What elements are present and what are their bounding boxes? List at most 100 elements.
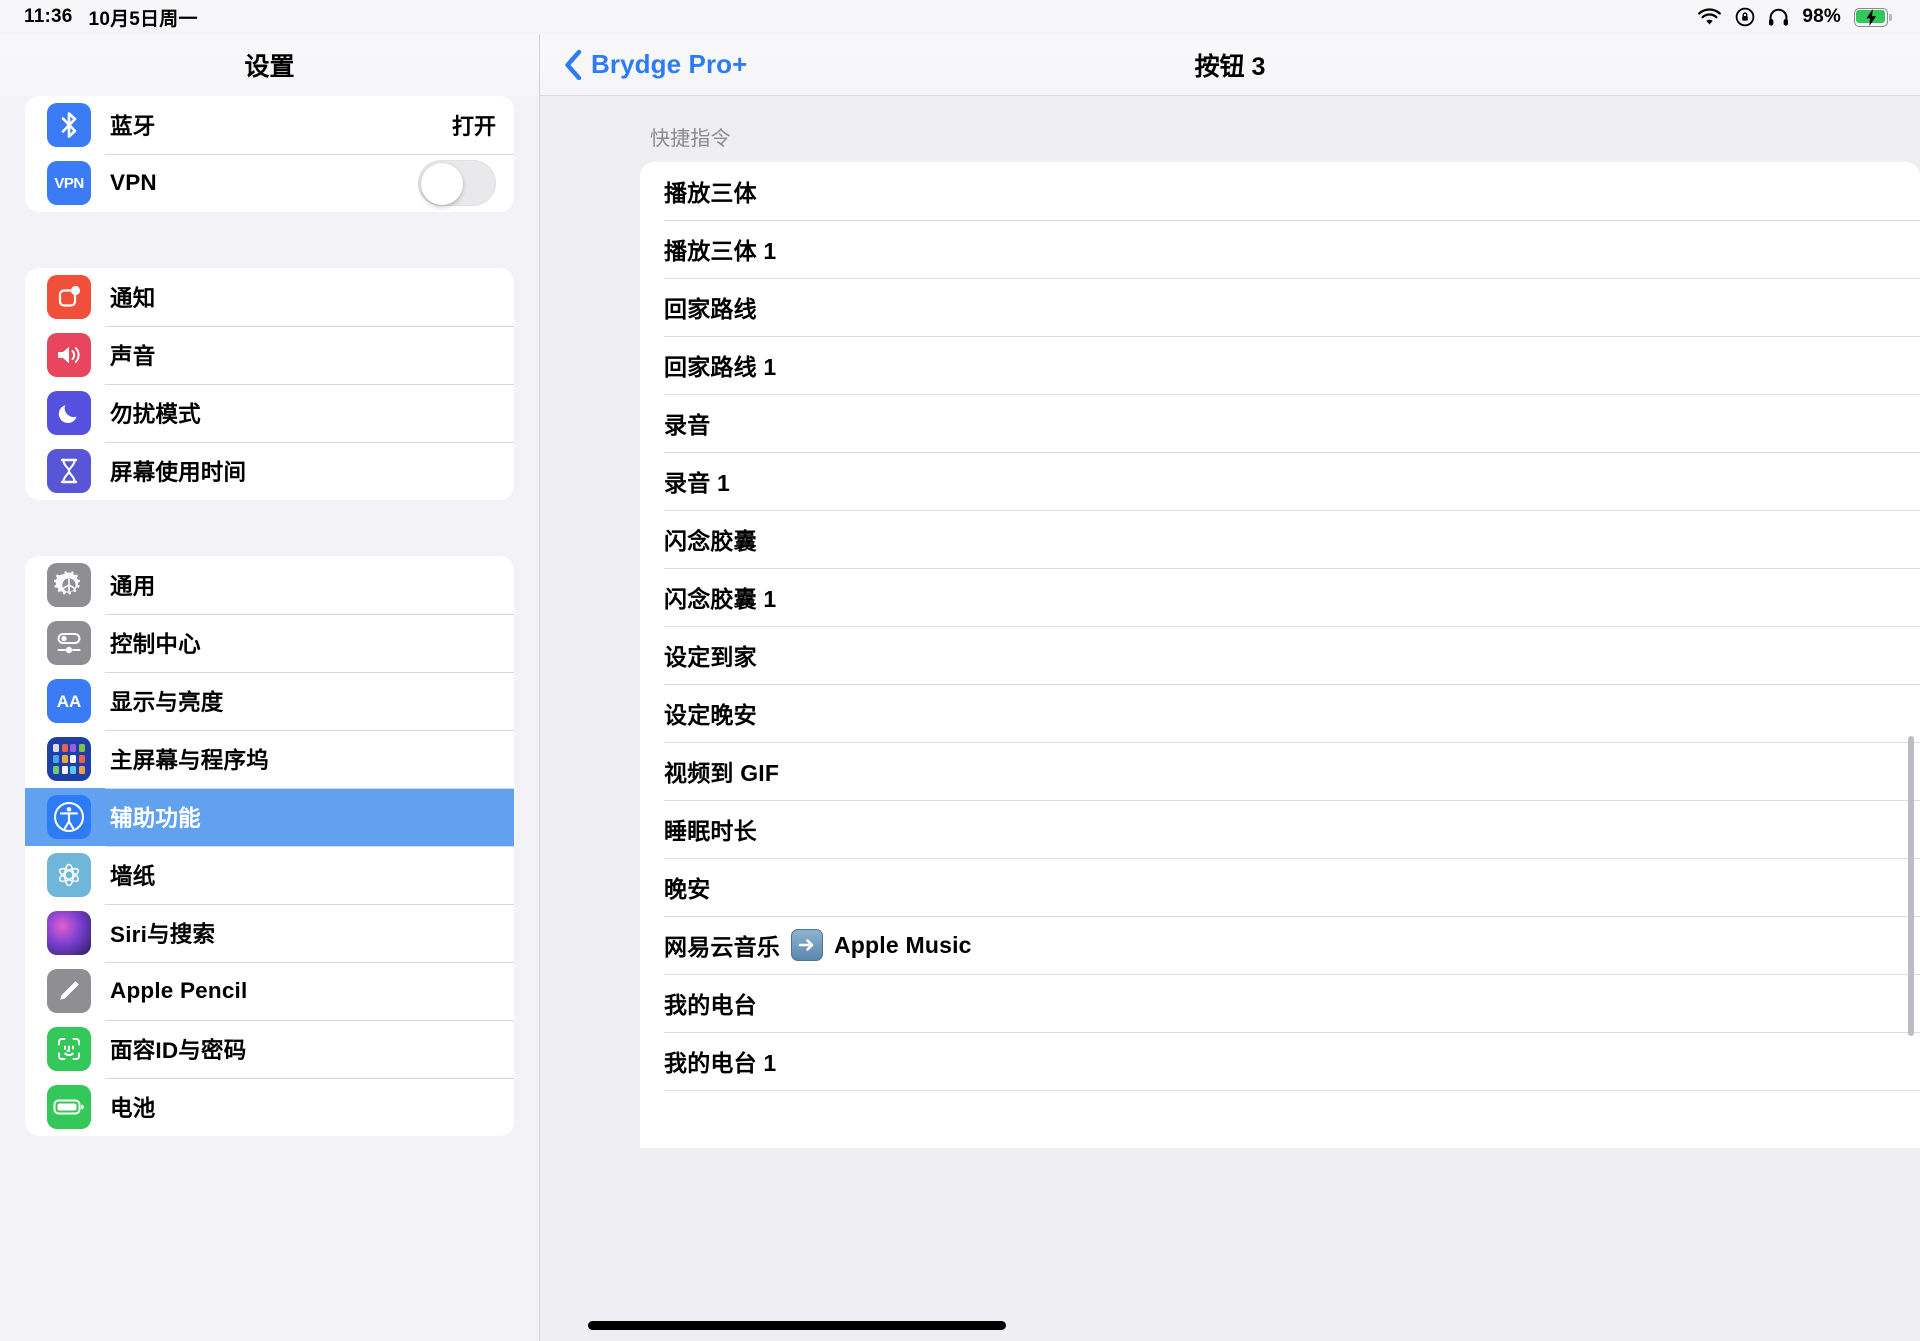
sidebar-item-do-not-disturb[interactable]: 勿扰模式 — [25, 384, 514, 442]
sidebar-item-label: VPN — [110, 170, 157, 195]
apple-pencil-icon — [47, 969, 91, 1013]
rotation-lock-icon — [1736, 7, 1755, 27]
back-button[interactable]: Brydge Pro+ — [540, 49, 747, 80]
sidebar-item-label: 勿扰模式 — [110, 402, 201, 427]
sidebar-item-battery[interactable]: 电池 — [25, 1078, 514, 1136]
sidebar-item-label: 屏幕使用时间 — [110, 460, 247, 485]
home-screen-dock-icon — [47, 737, 91, 781]
sidebar-item-bluetooth[interactable]: 蓝牙 打开 — [25, 96, 514, 154]
sidebar-item-screen-time[interactable]: 屏幕使用时间 — [25, 442, 514, 500]
detail-pane: Brydge Pro+ 按钮 3 快捷指令 播放三体 播放三体 1 回家路线 回… — [540, 34, 1920, 1341]
battery-percent-label: 98% — [1802, 6, 1841, 27]
sidebar-item-home-screen-dock[interactable]: 主屏幕与程序坞 — [25, 730, 514, 788]
wallpaper-icon — [47, 853, 91, 897]
sidebar-item-vpn[interactable]: VPN VPN — [25, 154, 514, 212]
sidebar-item-label: 辅助功能 — [110, 806, 201, 831]
sidebar-item-sounds[interactable]: 声音 — [25, 326, 514, 384]
list-item[interactable]: 录音 — [640, 394, 1920, 452]
sidebar-item-wallpaper[interactable]: 墙纸 — [25, 846, 514, 904]
list-item[interactable] — [640, 1090, 1920, 1148]
list-item-music-transfer[interactable]: 网易云音乐 Apple Music — [640, 916, 1920, 974]
detail-scrollbar[interactable] — [1908, 736, 1914, 1036]
list-item[interactable]: 回家路线 1 — [640, 336, 1920, 394]
sidebar-item-label: 通知 — [110, 286, 156, 311]
detail-navigation-bar: Brydge Pro+ 按钮 3 — [540, 34, 1920, 96]
sidebar-item-label: 墙纸 — [110, 864, 156, 889]
status-bar-date: 10月5日周一 — [88, 8, 198, 30]
list-item[interactable]: 播放三体 — [640, 162, 1920, 220]
shortcut-label: 网易云音乐 Apple Music — [664, 928, 972, 962]
face-id-icon — [47, 1027, 91, 1071]
svg-text:AA: AA — [57, 692, 82, 711]
list-item[interactable]: 设定晚安 — [640, 684, 1920, 742]
status-bar-time: 11:36 — [24, 6, 73, 27]
shortcut-label: 闪念胶囊 — [664, 528, 757, 554]
display-brightness-icon: AA — [47, 679, 91, 723]
status-bar-right: 98% — [1697, 6, 1892, 28]
list-item[interactable]: 播放三体 1 — [640, 220, 1920, 278]
shortcut-label: 视频到 GIF — [664, 760, 780, 786]
sidebar-item-display-brightness[interactable]: AA 显示与亮度 — [25, 672, 514, 730]
shortcuts-list: 播放三体 播放三体 1 回家路线 回家路线 1 录音 录音 1 闪念胶囊 闪念胶… — [640, 162, 1920, 1148]
settings-sidebar: 设置 蓝牙 打开 VPN VPN 通知 声音 勿扰模式 屏幕使用时间 通用 控制… — [0, 34, 540, 1341]
shortcut-label-prefix: 网易云音乐 — [664, 934, 780, 960]
shortcut-label: 晚安 — [664, 876, 711, 902]
sidebar-item-label: 蓝牙 — [110, 114, 156, 139]
list-item[interactable]: 录音 1 — [640, 452, 1920, 510]
shortcut-label-suffix: Apple Music — [834, 931, 972, 958]
list-item[interactable]: 回家路线 — [640, 278, 1920, 336]
sidebar-item-label: 声音 — [110, 344, 156, 369]
sidebar-item-notifications[interactable]: 通知 — [25, 268, 514, 326]
list-item[interactable]: 晚安 — [640, 858, 1920, 916]
sidebar-item-control-center[interactable]: 控制中心 — [25, 614, 514, 672]
sidebar-item-apple-pencil[interactable]: Apple Pencil — [25, 962, 514, 1020]
list-item[interactable]: 闪念胶囊 1 — [640, 568, 1920, 626]
shortcut-label: 设定晚安 — [664, 702, 757, 728]
sidebar-title: 设置 — [244, 53, 295, 81]
vpn-toggle-wrap — [418, 160, 496, 206]
sidebar-item-face-id-passcode[interactable]: 面容ID与密码 — [25, 1020, 514, 1078]
list-item[interactable]: 闪念胶囊 — [640, 510, 1920, 568]
sidebar-group-system: 通用 控制中心 AA 显示与亮度 主屏幕与程序坞 辅助功能 墙纸 Siri与搜索… — [25, 556, 514, 1136]
sidebar-item-label: Apple Pencil — [110, 978, 248, 1003]
sidebar-item-siri-search[interactable]: Siri与搜索 — [25, 904, 514, 962]
right-arrow-emoji — [791, 929, 823, 961]
sidebar-item-label: 面容ID与密码 — [110, 1038, 247, 1063]
sidebar-item-label: 控制中心 — [110, 632, 201, 657]
shortcut-label: 播放三体 — [664, 180, 757, 206]
shortcut-label: 设定到家 — [664, 644, 757, 670]
list-item[interactable]: 视频到 GIF — [640, 742, 1920, 800]
control-center-icon — [47, 621, 91, 665]
vpn-icon: VPN — [47, 161, 91, 205]
home-indicator[interactable] — [588, 1321, 1006, 1330]
list-item[interactable]: 我的电台 — [640, 974, 1920, 1032]
detail-scroll-area[interactable]: 快捷指令 播放三体 播放三体 1 回家路线 回家路线 1 录音 录音 1 闪念胶… — [540, 96, 1920, 1341]
shortcut-label: 播放三体 1 — [664, 238, 777, 264]
shortcut-label: 回家路线 — [664, 296, 757, 322]
split-view: 设置 蓝牙 打开 VPN VPN 通知 声音 勿扰模式 屏幕使用时间 通用 控制… — [0, 34, 1920, 1341]
list-item[interactable]: 睡眠时长 — [640, 800, 1920, 858]
shortcut-label: 录音 — [664, 412, 711, 438]
gear-icon — [47, 563, 91, 607]
bluetooth-status: 打开 — [452, 109, 496, 141]
sidebar-item-label: 主屏幕与程序坞 — [110, 748, 269, 773]
bluetooth-icon — [47, 103, 91, 147]
sidebar-item-accessibility[interactable]: 辅助功能 — [25, 788, 514, 846]
sidebar-scroll-area[interactable]: 蓝牙 打开 VPN VPN 通知 声音 勿扰模式 屏幕使用时间 通用 控制中心 … — [0, 96, 539, 1341]
battery-icon — [47, 1085, 91, 1129]
sidebar-item-label: Siri与搜索 — [110, 922, 216, 947]
section-header-shortcuts: 快捷指令 — [650, 128, 731, 150]
sidebar-header: 设置 — [0, 34, 539, 96]
do-not-disturb-icon — [47, 391, 91, 435]
sidebar-item-label: 显示与亮度 — [110, 690, 224, 715]
shortcut-label: 回家路线 1 — [664, 354, 777, 380]
battery-charging-icon — [1854, 7, 1892, 27]
list-item[interactable]: 设定到家 — [640, 626, 1920, 684]
vpn-toggle[interactable] — [418, 160, 496, 206]
list-item[interactable]: 我的电台 1 — [640, 1032, 1920, 1090]
shortcut-label — [664, 1106, 671, 1133]
sidebar-item-general[interactable]: 通用 — [25, 556, 514, 614]
accessibility-icon — [47, 795, 91, 839]
shortcut-label: 录音 1 — [664, 470, 730, 496]
bluetooth-value: 打开 — [451, 114, 496, 139]
